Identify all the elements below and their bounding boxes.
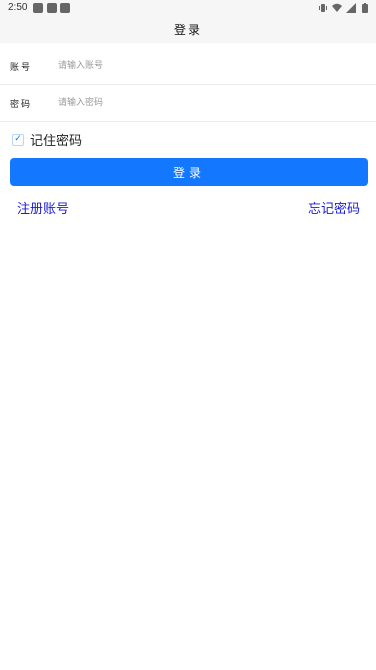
account-label: 账号 [10,62,33,73]
battery-icon [362,3,368,13]
auth-links: 注册账号 忘记密码 [0,198,376,218]
status-icons [318,2,370,14]
status-time: 2:50 [8,2,28,13]
account-input[interactable] [58,55,358,77]
notification-app-icon [33,3,43,13]
remember-label: 记住密码 [30,134,83,149]
forgot-password-link[interactable]: 忘记密码 [308,198,360,217]
vibrate-icon [319,4,327,12]
notification-app-icon [47,3,57,13]
password-row: 密码 [0,85,376,122]
remember-checkbox[interactable]: ✓ [12,133,24,146]
password-input[interactable] [58,92,358,114]
signal-icon [346,3,356,13]
page-title: 登录 [173,23,202,37]
login-form: 账号 密码 [0,48,376,122]
wifi-icon [332,3,342,12]
register-link[interactable]: 注册账号 [17,198,69,217]
notification-app-icon [60,3,70,13]
status-bar: 2:50 [0,0,376,16]
top-app-bar: 登录 [0,16,376,43]
remember-password[interactable]: ✓ 记住密码 [12,130,82,149]
account-row: 账号 [0,48,376,85]
password-label: 密码 [10,99,33,110]
login-button[interactable]: 登录 [10,158,368,186]
